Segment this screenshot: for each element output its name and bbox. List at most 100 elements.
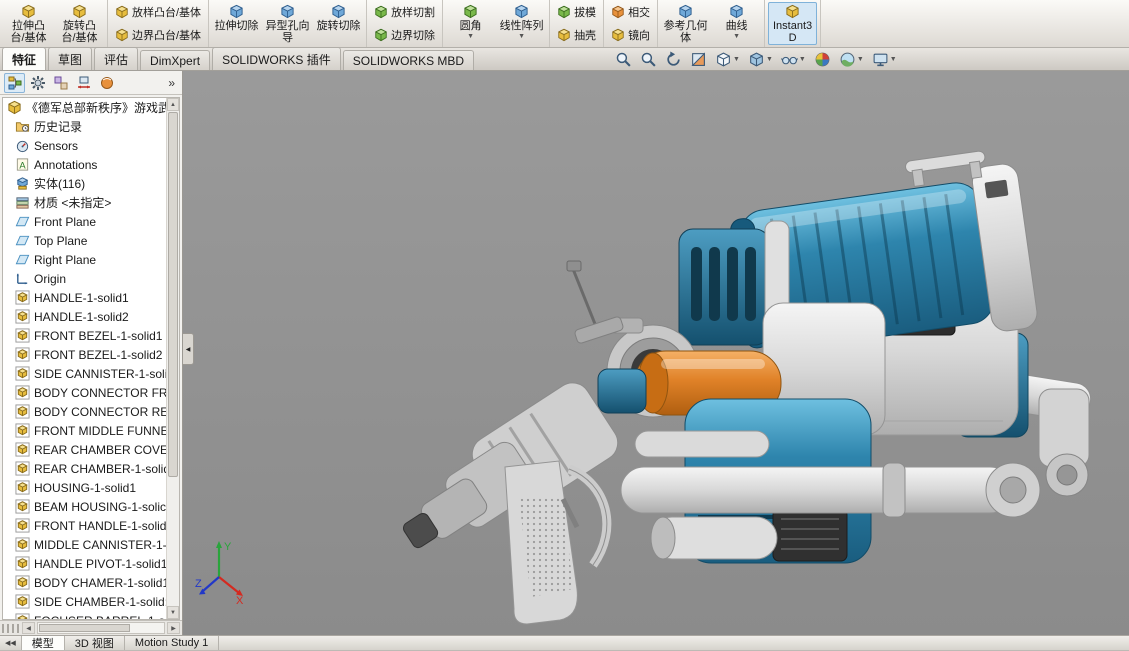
panel-resize-grip[interactable]: [2, 624, 20, 633]
viewtool-view-orientation[interactable]: ▼: [712, 49, 743, 70]
ribbon-button-boundary-cut[interactable]: 边界切除: [370, 25, 439, 45]
solid-icon: [15, 575, 30, 590]
scroll-left-button[interactable]: ◀: [22, 622, 35, 634]
ribbon-button-fillet[interactable]: 圆角▼: [446, 2, 495, 45]
command-tab-evaluate[interactable]: 评估: [94, 47, 138, 70]
command-tab-addins[interactable]: SOLIDWORKS 插件: [212, 47, 341, 70]
tree-item[interactable]: REAR CHAMBER-1-solid: [3, 459, 179, 478]
panel-horizontal-scrollbar[interactable]: ◀ ▶: [0, 620, 182, 635]
tree-item[interactable]: Origin: [3, 269, 179, 288]
scroll-right-button[interactable]: ▶: [167, 622, 180, 634]
scroll-down-button[interactable]: ▼: [167, 606, 179, 619]
dropdown-arrow-icon[interactable]: ▼: [799, 56, 806, 63]
panel-overflow-button[interactable]: »: [165, 76, 178, 90]
ribbon-button-curves[interactable]: 曲线▼: [712, 2, 761, 45]
tree-item[interactable]: FRONT BEZEL-1-solid1: [3, 326, 179, 345]
command-tab-features[interactable]: 特征: [2, 47, 46, 70]
tree-item[interactable]: BEAM HOUSING-1-solic: [3, 497, 179, 516]
viewtool-section-view[interactable]: [687, 49, 710, 70]
ribbon-button-hole-wizard[interactable]: 异型孔向导: [263, 2, 312, 45]
dropdown-arrow-icon[interactable]: ▼: [733, 56, 740, 63]
scrollbar-track[interactable]: [37, 622, 165, 634]
tree-item[interactable]: FRONT MIDDLE FUNNE: [3, 421, 179, 440]
dropdown-arrow-icon[interactable]: ▼: [467, 33, 474, 40]
tree-item[interactable]: REAR CHAMBER COVER: [3, 440, 179, 459]
tree-item[interactable]: BODY CHAMER-1-solid1: [3, 573, 179, 592]
command-tab-dimxpert[interactable]: DimXpert: [140, 50, 210, 70]
configuration-manager-tab[interactable]: [50, 73, 71, 93]
tree-item[interactable]: HANDLE-1-solid1: [3, 288, 179, 307]
viewtool-hide-show-items[interactable]: ▼: [778, 49, 809, 70]
viewtool-edit-appearance[interactable]: [811, 49, 834, 70]
tree-item[interactable]: FOCUSER BARREL-1-sol: [3, 611, 179, 620]
tree-item[interactable]: Right Plane: [3, 250, 179, 269]
ribbon-button-loft-cut[interactable]: 放样切割: [370, 2, 439, 22]
tree-item[interactable]: FRONT HANDLE-1-solid: [3, 516, 179, 535]
scrollbar-thumb[interactable]: [168, 112, 178, 477]
dropdown-arrow-icon[interactable]: ▼: [890, 56, 897, 63]
dropdown-arrow-icon[interactable]: ▼: [766, 56, 773, 63]
bottom-tab-nav-button[interactable]: ◀◀: [0, 636, 22, 650]
tree-item[interactable]: Sensors: [3, 136, 179, 155]
dropdown-arrow-icon[interactable]: ▼: [518, 33, 525, 40]
tree-item[interactable]: SIDE CHAMBER-1-solid:: [3, 592, 179, 611]
dropdown-arrow-icon[interactable]: ▼: [733, 33, 740, 40]
tree-item[interactable]: Front Plane: [3, 212, 179, 231]
viewtool-view-settings[interactable]: ▼: [869, 49, 900, 70]
tree-item-label: BODY CONNECTOR FRO: [34, 386, 177, 400]
tree-item[interactable]: 材质 <未指定>: [3, 193, 179, 212]
viewtool-zoom-fit[interactable]: [612, 49, 635, 70]
tree-item[interactable]: AAnnotations: [3, 155, 179, 174]
ribbon-button-extrude-boss[interactable]: 拉伸凸台/基体: [4, 2, 53, 45]
ribbon-button-mirror[interactable]: 镜向: [607, 25, 654, 45]
tree-item[interactable]: HANDLE PIVOT-1-solid1: [3, 554, 179, 573]
tree-item[interactable]: MIDDLE CANNISTER-1-: [3, 535, 179, 554]
tree-item[interactable]: BODY CONNECTOR FRO: [3, 383, 179, 402]
ribbon-button-loft-boss[interactable]: 放样凸台/基体: [111, 2, 205, 22]
ribbon-button-intersect[interactable]: 相交: [607, 2, 654, 22]
feature-manager-tab[interactable]: [4, 73, 25, 93]
status-tab-motion-study-1[interactable]: Motion Study 1: [125, 636, 219, 650]
tree-item[interactable]: BODY CONNECTOR REA: [3, 402, 179, 421]
model-front-sight[interactable]: [567, 261, 624, 344]
viewtool-previous-view[interactable]: [662, 49, 685, 70]
ribbon-button-draft[interactable]: 拔模: [553, 2, 600, 22]
ribbon-button-label: 相交: [628, 4, 650, 20]
ribbon-button-shell[interactable]: 抽壳: [553, 25, 600, 45]
graphics-viewport[interactable]: Y X Z: [183, 71, 1129, 635]
panel-collapse-button[interactable]: ◀: [183, 333, 194, 365]
tree-item[interactable]: 《德军总部新秩序》游戏武器-: [3, 98, 179, 117]
tree-item[interactable]: SIDE CANNISTER-1-soli: [3, 364, 179, 383]
ribbon-button-instant3d[interactable]: Instant3D: [768, 2, 817, 45]
command-tab-sketch[interactable]: 草图: [48, 47, 92, 70]
tree-item[interactable]: 实体(116): [3, 174, 179, 193]
model-front-barrel[interactable]: [385, 376, 625, 573]
ribbon-button-extrude-cut[interactable]: 拉伸切除: [212, 2, 261, 45]
tree-item[interactable]: 历史记录: [3, 117, 179, 136]
tree-item[interactable]: Top Plane: [3, 231, 179, 250]
viewtool-display-style[interactable]: ▼: [745, 49, 776, 70]
ribbon-button-revolve-cut[interactable]: 旋转切除: [314, 2, 363, 45]
status-tab-3d-views[interactable]: 3D 视图: [65, 636, 125, 650]
dropdown-arrow-icon[interactable]: ▼: [857, 56, 864, 63]
viewtool-apply-scene[interactable]: ▼: [836, 49, 867, 70]
model-grip[interactable]: [505, 461, 607, 624]
ribbon-button-boundary-boss[interactable]: 边界凸台/基体: [111, 25, 205, 45]
scrollbar-thumb[interactable]: [39, 624, 130, 632]
tree-item[interactable]: HOUSING-1-solid1: [3, 478, 179, 497]
model-front-connector[interactable]: [598, 369, 646, 413]
tree-vertical-scrollbar[interactable]: ▲ ▼: [166, 98, 179, 619]
scroll-up-button[interactable]: ▲: [167, 98, 179, 111]
ribbon-button-reference-geometry[interactable]: 参考几何体▼: [661, 2, 710, 45]
dimxpert-manager-tab[interactable]: [73, 73, 94, 93]
viewtool-zoom-area[interactable]: [637, 49, 660, 70]
display-manager-tab[interactable]: [96, 73, 117, 93]
ribbon-button-linear-pattern[interactable]: 线性阵列▼: [497, 2, 546, 45]
property-manager-tab[interactable]: [27, 73, 48, 93]
tree-item[interactable]: HANDLE-1-solid2: [3, 307, 179, 326]
ribbon-button-revolve-boss[interactable]: 旋转凸台/基体: [55, 2, 104, 45]
tree-item[interactable]: FRONT BEZEL-1-solid2: [3, 345, 179, 364]
command-tab-mbd[interactable]: SOLIDWORKS MBD: [343, 50, 474, 70]
model-3d-gun[interactable]: [183, 71, 1129, 635]
status-tab-model[interactable]: 模型: [22, 636, 65, 650]
